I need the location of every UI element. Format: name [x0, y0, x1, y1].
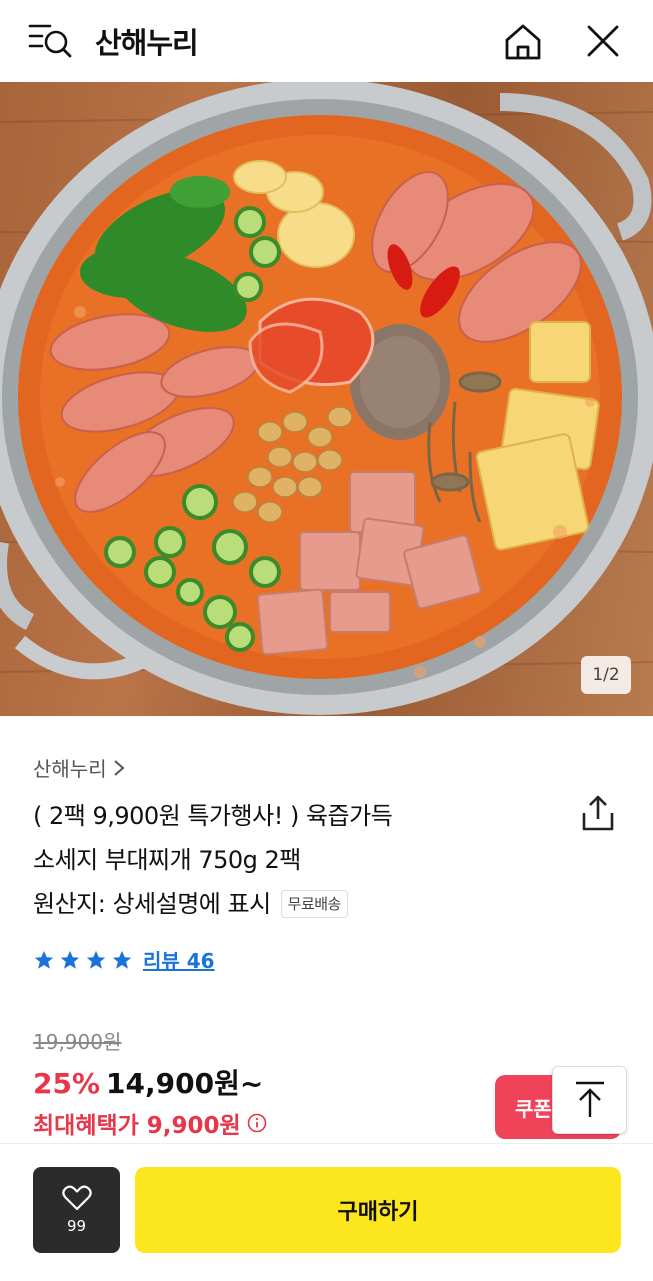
free-shipping-badge: 무료배송 — [280, 890, 348, 918]
star-icon — [34, 950, 54, 969]
product-title-line3: 원산지: 상세설명에 표시 — [33, 890, 271, 918]
scroll-to-top-button[interactable] — [552, 1066, 627, 1134]
star-icon — [112, 950, 132, 969]
info-icon[interactable] — [247, 1113, 267, 1133]
product-title-line2: 소세지 부대찌개 750g 2팩 — [33, 846, 301, 874]
wishlist-count: 99 — [66, 1217, 87, 1235]
shop-link[interactable]: 산해누리 — [33, 753, 125, 782]
discount-rate: 25% — [33, 1067, 101, 1100]
home-icon[interactable] — [501, 20, 545, 64]
image-counter: 1/2 — [581, 656, 631, 694]
original-price: 19,900원 — [33, 1030, 122, 1054]
star-icon — [60, 950, 80, 969]
product-title: ( 2팩 9,900원 특가행사! ) 육즙가득 소세지 부대찌개 750g 2… — [33, 794, 553, 926]
shop-name: 산해누리 — [33, 757, 107, 781]
product-image[interactable] — [0, 82, 653, 716]
max-benefit-text: 최대혜택가 9,900원 — [33, 1113, 241, 1139]
buy-button[interactable]: 구매하기 — [135, 1167, 621, 1253]
stew-pot-illustration — [0, 82, 653, 715]
sale-price: 14,900원~ — [106, 1067, 264, 1100]
wishlist-button[interactable]: 99 — [33, 1167, 120, 1253]
heart-icon — [61, 1185, 92, 1211]
chevron-right-icon — [113, 759, 125, 776]
review-link[interactable]: 리뷰 46 — [143, 945, 215, 974]
bottom-action-bar: 99 구매하기 — [0, 1143, 653, 1281]
star-icon — [86, 950, 106, 969]
menu-search-icon[interactable] — [28, 20, 74, 62]
price-row: 25% 14,900원~ — [33, 1062, 263, 1102]
rating: 리뷰 46 — [33, 945, 215, 974]
share-icon[interactable] — [578, 793, 618, 833]
product-title-line3-row: 원산지: 상세설명에 표시 무료배송 — [33, 882, 553, 926]
arrow-up-icon — [575, 1081, 604, 1117]
close-icon[interactable] — [583, 21, 623, 61]
top-header: 산해누리 — [0, 0, 653, 82]
product-title-line1: ( 2팩 9,900원 특가행사! ) 육즙가득 — [33, 802, 393, 830]
max-benefit-price: 최대혜택가 9,900원 — [33, 1106, 267, 1140]
coupon-label: 쿠폰 — [515, 1096, 552, 1121]
page-title: 산해누리 — [95, 26, 199, 60]
